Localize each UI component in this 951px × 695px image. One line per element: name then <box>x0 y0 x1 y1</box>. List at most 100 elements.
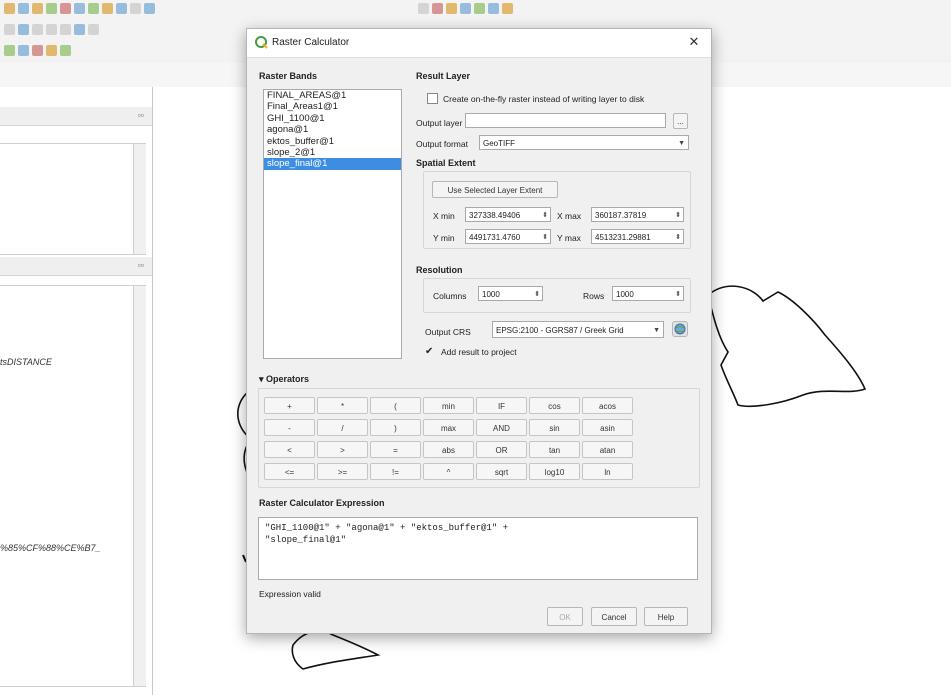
toolbar-icon[interactable] <box>18 24 29 35</box>
operator-button[interactable]: tan <box>529 441 580 458</box>
browser-list[interactable] <box>0 285 146 687</box>
toolbar-icon[interactable] <box>74 3 85 14</box>
toolbar-icon[interactable] <box>32 3 43 14</box>
operator-button[interactable]: AND <box>476 419 527 436</box>
layers-list[interactable] <box>0 143 146 255</box>
operator-button[interactable]: sqrt <box>476 463 527 480</box>
toolbar-icon[interactable] <box>116 3 127 14</box>
spin-arrows-icon[interactable]: ⬍ <box>534 287 540 300</box>
toolbar-icon[interactable] <box>88 24 99 35</box>
operator-button[interactable]: / <box>317 419 368 436</box>
layers-scrollbar[interactable] <box>133 144 146 254</box>
operator-button[interactable]: ) <box>370 419 421 436</box>
operator-button[interactable]: > <box>317 441 368 458</box>
operator-button[interactable]: sin <box>529 419 580 436</box>
columns-field[interactable]: 1000 ⬍ <box>478 286 543 301</box>
collapse-triangle-icon[interactable]: ▾ <box>259 374 266 384</box>
toolbar-icon[interactable] <box>488 3 499 14</box>
ymax-field[interactable]: 4513231.29881 ⬍ <box>591 229 684 244</box>
output-format-select[interactable]: GeoTIFF ▼ <box>479 135 689 150</box>
browse-button[interactable]: ... <box>673 113 688 129</box>
operator-button[interactable]: min <box>423 397 474 414</box>
operator-button[interactable]: abs <box>423 441 474 458</box>
toolbar-icon[interactable] <box>432 3 443 14</box>
raster-band-item[interactable]: agona@1 <box>264 124 401 135</box>
operator-button[interactable]: + <box>264 397 315 414</box>
expression-editor[interactable]: "GHI_1100@1" + "agona@1" + "ektos_buffer… <box>258 517 698 580</box>
delete-icon[interactable] <box>32 45 43 56</box>
toolbar-icon[interactable] <box>46 24 57 35</box>
operator-button[interactable]: < <box>264 441 315 458</box>
toolbar-icon[interactable] <box>144 3 155 14</box>
xmin-field[interactable]: 327338.49406 ⬍ <box>465 207 551 222</box>
raster-band-item[interactable]: slope_2@1 <box>264 147 401 158</box>
toolbar-icon[interactable] <box>446 3 457 14</box>
toolbar-icon[interactable] <box>4 24 15 35</box>
raster-band-item[interactable]: GHI_1100@1 <box>264 113 401 124</box>
operator-button[interactable]: ^ <box>423 463 474 480</box>
spin-arrows-icon[interactable]: ⬍ <box>675 230 681 243</box>
crs-select-button[interactable] <box>672 321 688 337</box>
help-button[interactable]: Help <box>644 607 688 626</box>
operator-button[interactable]: - <box>264 419 315 436</box>
operator-button[interactable]: log10 <box>529 463 580 480</box>
operator-button[interactable]: atan <box>582 441 633 458</box>
dialog-title: Raster Calculator <box>272 37 350 48</box>
operator-button[interactable]: ( <box>370 397 421 414</box>
cancel-button[interactable]: Cancel <box>591 607 637 626</box>
operator-button[interactable]: <= <box>264 463 315 480</box>
spin-arrows-icon[interactable]: ⬍ <box>675 287 681 300</box>
toolbar-icon[interactable] <box>4 3 15 14</box>
toolbar-icon[interactable] <box>32 24 43 35</box>
toolbar-icon[interactable] <box>60 24 71 35</box>
operator-button[interactable]: max <box>423 419 474 436</box>
operator-button[interactable]: >= <box>317 463 368 480</box>
panel-float-icon[interactable]: ▫▫ <box>138 110 144 120</box>
operator-button[interactable]: = <box>370 441 421 458</box>
toolbar-icon[interactable] <box>60 45 71 56</box>
output-crs-select[interactable]: EPSG:2100 - GGRS87 / Greek Grid ▼ <box>492 321 664 338</box>
toolbar-icon[interactable] <box>18 3 29 14</box>
operator-button[interactable]: * <box>317 397 368 414</box>
toolbar-icon[interactable] <box>502 3 513 14</box>
output-layer-field[interactable] <box>465 113 666 128</box>
toolbar-icon[interactable] <box>4 45 15 56</box>
toolbar-icon[interactable] <box>102 3 113 14</box>
operator-button[interactable]: asin <box>582 419 633 436</box>
toolbar-icon[interactable] <box>88 3 99 14</box>
spin-arrows-icon[interactable]: ⬍ <box>542 208 548 221</box>
operator-button[interactable]: != <box>370 463 421 480</box>
toolbar-icon[interactable] <box>74 24 85 35</box>
panel-float-icon[interactable]: ▫▫ <box>138 260 144 270</box>
rows-field[interactable]: 1000 ⬍ <box>612 286 684 301</box>
toolbar-icon[interactable] <box>60 3 71 14</box>
spin-arrows-icon[interactable]: ⬍ <box>542 230 548 243</box>
operator-button[interactable]: ln <box>582 463 633 480</box>
toolbar-icon[interactable] <box>46 45 57 56</box>
toolbar-icon[interactable] <box>46 3 57 14</box>
toolbar-icon[interactable] <box>18 45 29 56</box>
raster-band-item[interactable]: Final_Areas1@1 <box>264 101 401 112</box>
ok-button[interactable]: OK <box>547 607 583 626</box>
raster-band-item[interactable]: ektos_buffer@1 <box>264 136 401 147</box>
xmax-field[interactable]: 360187.37819 ⬍ <box>591 207 684 222</box>
use-selected-extent-button[interactable]: Use Selected Layer Extent <box>432 181 558 198</box>
raster-band-item[interactable]: slope_final@1 <box>264 158 401 170</box>
toolbar-icon[interactable] <box>418 3 429 14</box>
operator-button[interactable]: acos <box>582 397 633 414</box>
result-layer-heading: Result Layer <box>416 71 471 81</box>
operator-button[interactable]: OR <box>476 441 527 458</box>
toolbar-icon[interactable] <box>460 3 471 14</box>
toolbar-icon[interactable] <box>130 3 141 14</box>
raster-bands-list[interactable]: FINAL_AREAS@1 Final_Areas1@1 GHI_1100@1 ago… <box>263 89 402 359</box>
operator-button[interactable]: cos <box>529 397 580 414</box>
add-result-checkbox[interactable]: ✔ <box>425 346 433 357</box>
close-button[interactable]: ✕ <box>685 33 703 51</box>
browser-scrollbar[interactable] <box>133 286 146 686</box>
raster-band-item[interactable]: FINAL_AREAS@1 <box>264 90 401 101</box>
toolbar-icon[interactable] <box>474 3 485 14</box>
onthefly-checkbox[interactable] <box>427 93 438 104</box>
ymin-field[interactable]: 4491731.4760 ⬍ <box>465 229 551 244</box>
spin-arrows-icon[interactable]: ⬍ <box>675 208 681 221</box>
operator-button[interactable]: IF <box>476 397 527 414</box>
